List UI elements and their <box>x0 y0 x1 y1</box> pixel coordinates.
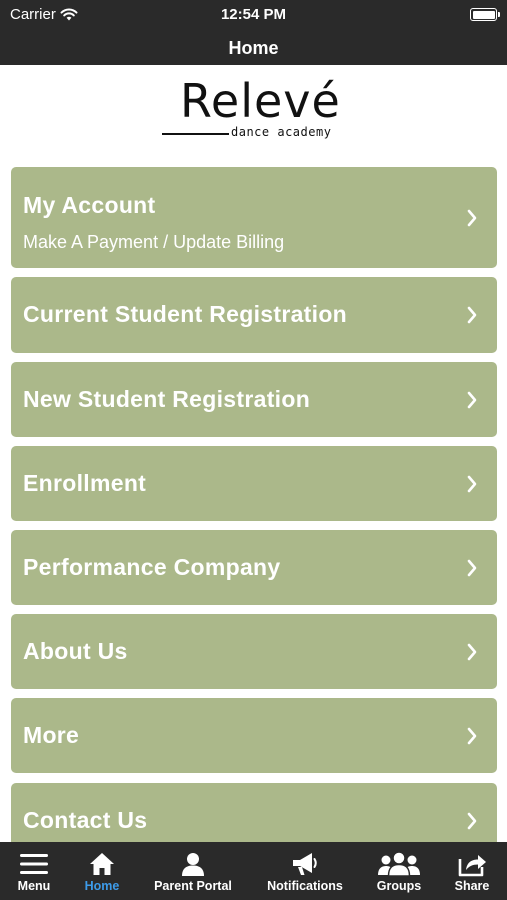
logo-underline <box>162 133 229 135</box>
menu-item-title: Performance Company <box>23 554 281 580</box>
status-bar: Carrier 12:54 PM <box>0 0 507 30</box>
logo-wordmark: Relevé <box>180 74 341 128</box>
tab-label: Notifications <box>267 879 343 893</box>
menu-item-subtitle: Make A Payment / Update Billing <box>23 232 285 252</box>
menu-item-more[interactable]: More <box>11 698 497 773</box>
person-icon <box>182 853 204 876</box>
tab-parent-portal[interactable]: Parent Portal <box>145 842 241 900</box>
tab-label: Groups <box>376 879 422 893</box>
menu-item-title: About Us <box>23 638 128 664</box>
menu-item-title: New Student Registration <box>23 386 311 412</box>
tab-bar: Menu Home Parent Portal Notifications Gr… <box>0 842 507 900</box>
chevron-right-icon <box>467 812 477 830</box>
chevron-right-icon <box>467 391 477 409</box>
menu-item-new-student-registration[interactable]: New Student Registration <box>11 362 497 437</box>
tab-share[interactable]: Share <box>446 842 498 900</box>
share-icon <box>458 855 486 877</box>
tab-label: Home <box>84 879 120 893</box>
menu-item-title: Current Student Registration <box>23 301 348 327</box>
chevron-right-icon <box>467 306 477 324</box>
chevron-right-icon <box>467 727 477 745</box>
menu-item-contact-us[interactable]: Contact Us <box>11 783 497 842</box>
logo: Relevé dance academy <box>0 65 507 155</box>
tab-notifications[interactable]: Notifications <box>258 842 352 900</box>
chevron-right-icon <box>467 209 477 227</box>
menu-item-title: Contact Us <box>23 807 148 833</box>
nav-bar: Home <box>0 30 507 65</box>
chevron-right-icon <box>467 475 477 493</box>
menu-item-title: My Account <box>23 192 156 218</box>
megaphone-icon <box>293 853 317 875</box>
hamburger-icon <box>20 854 48 874</box>
home-icon <box>90 853 114 875</box>
menu-item-title: More <box>23 722 80 748</box>
tab-label: Parent Portal <box>154 879 232 893</box>
tab-menu[interactable]: Menu <box>0 842 68 900</box>
menu-item-title: Enrollment <box>23 470 147 496</box>
tab-home[interactable]: Home <box>70 842 134 900</box>
battery-icon <box>470 8 500 21</box>
chevron-right-icon <box>467 643 477 661</box>
menu-list[interactable]: My Account Make A Payment / Update Billi… <box>11 167 497 842</box>
chevron-right-icon <box>467 559 477 577</box>
menu-item-my-account[interactable]: My Account Make A Payment / Update Billi… <box>11 167 497 268</box>
menu-item-enrollment[interactable]: Enrollment <box>11 446 497 521</box>
tab-label: Menu <box>17 879 51 893</box>
page-title: Home <box>228 38 279 58</box>
menu-item-about-us[interactable]: About Us <box>11 614 497 689</box>
group-icon <box>378 851 420 877</box>
menu-item-performance-company[interactable]: Performance Company <box>11 530 497 605</box>
tab-label: Share <box>454 879 490 893</box>
tab-groups[interactable]: Groups <box>368 842 430 900</box>
logo-tagline: dance academy <box>231 125 332 139</box>
status-time: 12:54 PM <box>220 6 287 23</box>
menu-item-current-student-registration[interactable]: Current Student Registration <box>11 277 497 353</box>
